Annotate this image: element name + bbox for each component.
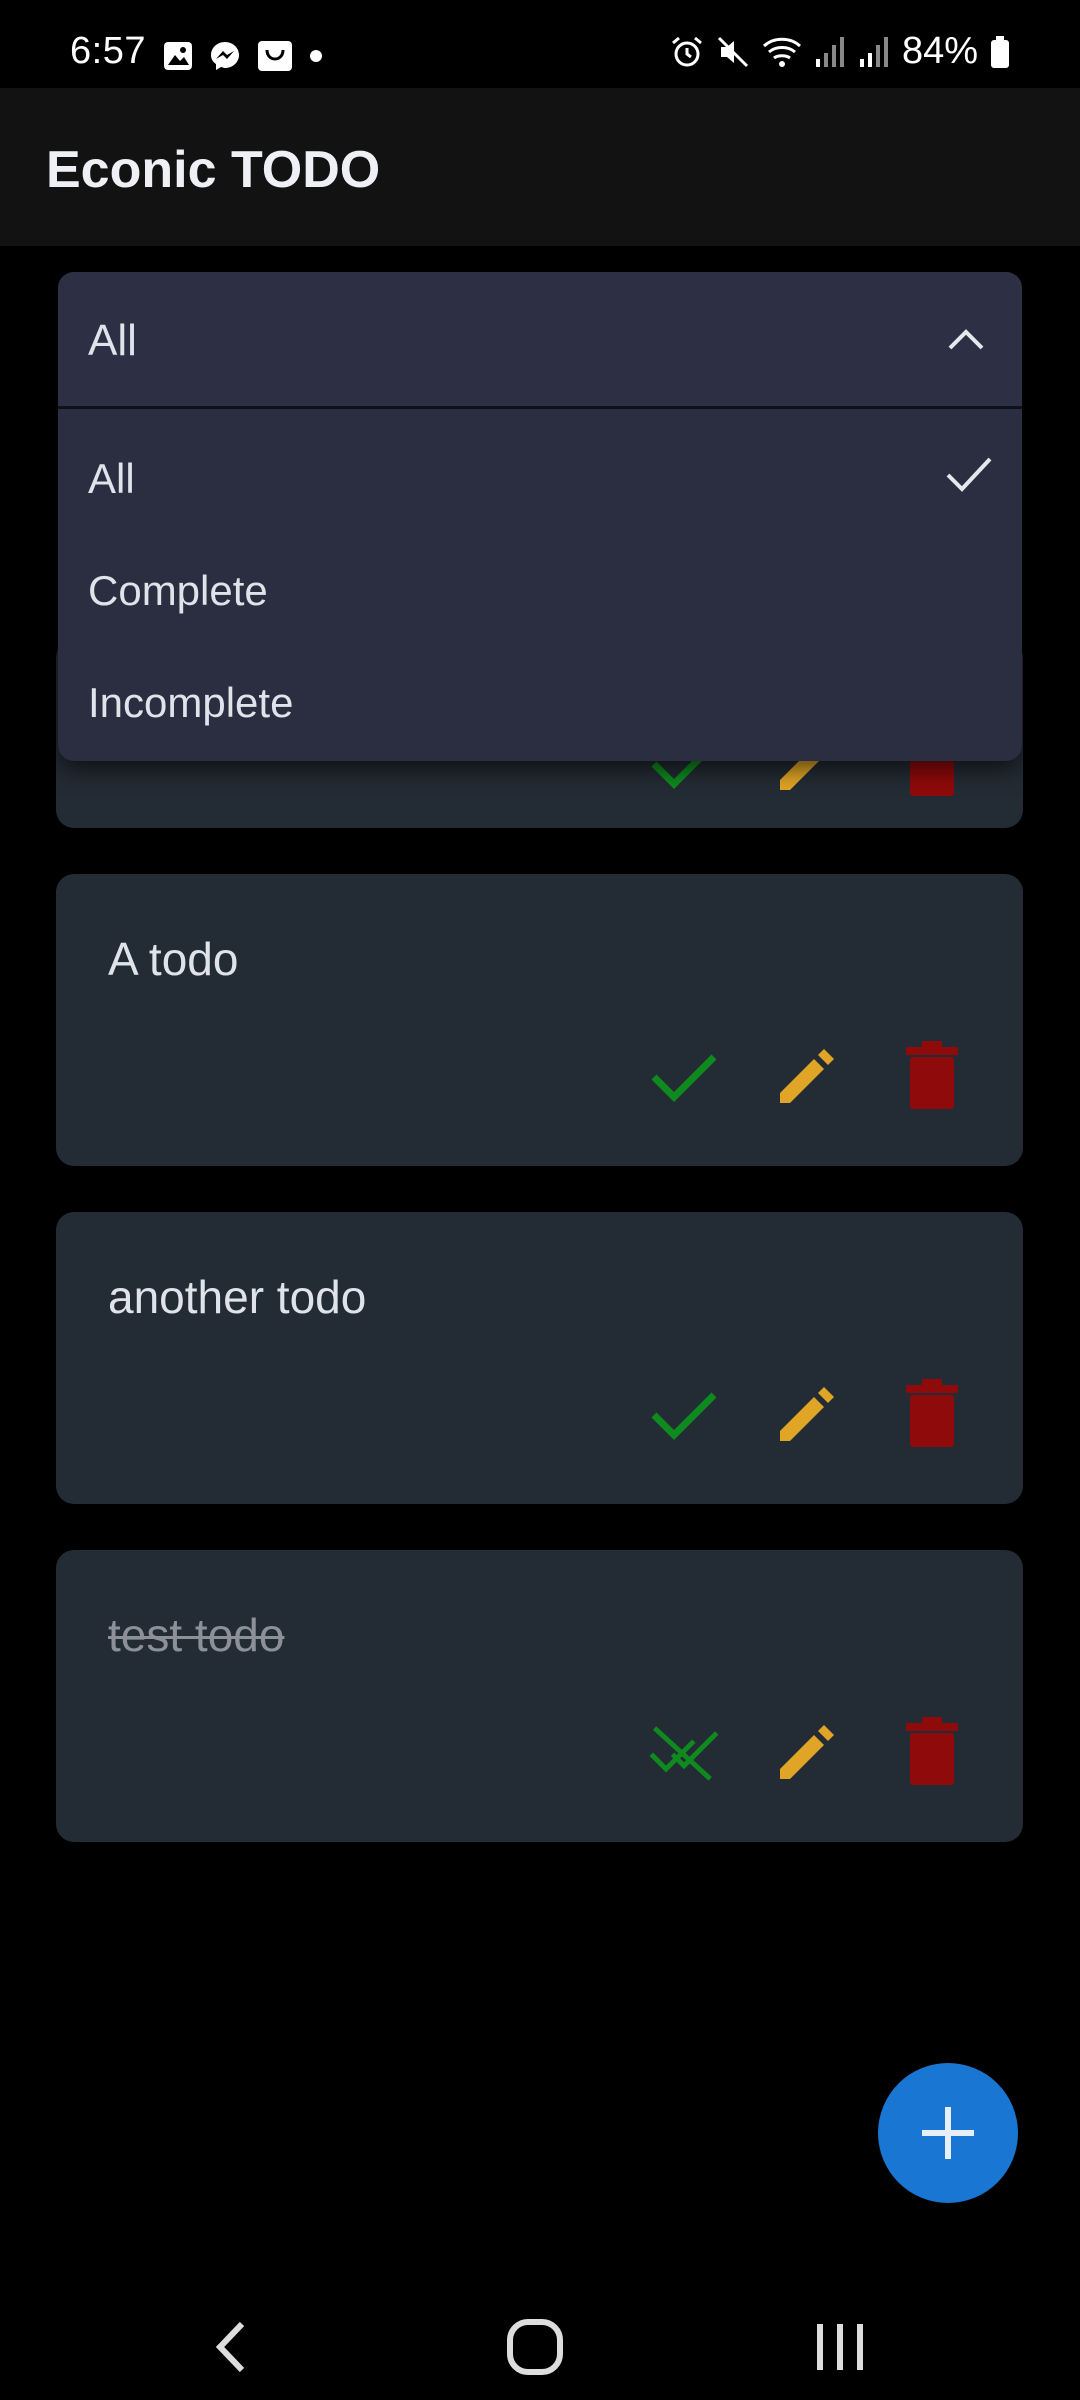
filter-option-all[interactable]: All xyxy=(58,419,1022,531)
filter-menu: All Complete Incomplete xyxy=(58,409,1022,761)
pencil-icon xyxy=(780,1387,834,1441)
wifi-icon xyxy=(762,37,801,67)
delete-button[interactable] xyxy=(896,1039,968,1111)
trash-icon xyxy=(906,1041,958,1109)
filter-option-incomplete[interactable]: Incomplete xyxy=(58,643,1022,755)
todo-title: another todo xyxy=(108,1271,367,1323)
todo-card: another todo xyxy=(56,1212,1023,1504)
status-left-icons xyxy=(163,40,323,72)
complete-button[interactable] xyxy=(648,1377,720,1449)
check-icon xyxy=(651,1392,717,1440)
back-icon[interactable] xyxy=(200,2312,270,2382)
alarm-icon xyxy=(671,36,702,66)
recents-icon[interactable] xyxy=(805,2312,875,2382)
plus-icon xyxy=(922,2107,974,2159)
todo-card: A todo xyxy=(56,874,1023,1166)
filter-dropdown[interactable]: All All Complete Incomplete xyxy=(58,272,1022,761)
navigation-bar xyxy=(0,2260,1080,2400)
filter-option-label: Incomplete xyxy=(88,679,294,726)
filter-option-label: All xyxy=(88,455,135,502)
app-title: Econic TODO xyxy=(46,141,381,199)
todo-actions xyxy=(648,1715,968,1787)
remove-done-icon xyxy=(649,1726,719,1781)
status-time: 6:57 xyxy=(70,30,146,72)
add-todo-button[interactable] xyxy=(878,2063,1018,2203)
check-icon xyxy=(946,457,992,492)
home-icon[interactable] xyxy=(500,2312,570,2382)
delete-button[interactable] xyxy=(896,1715,968,1787)
todo-actions xyxy=(648,1377,968,1449)
battery-percent: 84% xyxy=(901,30,978,72)
edit-button[interactable] xyxy=(772,1039,844,1111)
todo-title: A todo xyxy=(108,933,239,985)
signal-icon xyxy=(859,36,888,67)
filter-select[interactable]: All xyxy=(58,272,1022,409)
app-bar: Econic TODO xyxy=(0,88,1080,246)
pencil-icon xyxy=(780,1725,834,1779)
edit-button[interactable] xyxy=(772,1715,844,1787)
todo-actions xyxy=(648,1039,968,1111)
battery-icon xyxy=(991,35,1009,68)
gallery-icon xyxy=(164,42,192,70)
delete-button[interactable] xyxy=(896,1377,968,1449)
shopping-bag-icon xyxy=(258,41,292,71)
signal-icon xyxy=(815,36,844,67)
trash-icon xyxy=(906,1717,958,1785)
messenger-icon xyxy=(211,42,239,70)
filter-option-label: Complete xyxy=(88,567,268,614)
filter-selected-value: All xyxy=(88,316,137,365)
chevron-up-icon[interactable] xyxy=(944,318,988,362)
mute-icon xyxy=(717,36,748,67)
todo-card-completed: test todo xyxy=(56,1550,1023,1842)
dot-icon xyxy=(310,50,322,62)
filter-option-complete[interactable]: Complete xyxy=(58,531,1022,643)
status-right-icons: 84% xyxy=(670,30,1010,73)
pencil-icon xyxy=(780,1049,834,1103)
uncomplete-button[interactable] xyxy=(648,1715,720,1787)
status-bar: 6:57 84% xyxy=(0,0,1080,88)
check-icon xyxy=(651,1054,717,1102)
edit-button[interactable] xyxy=(772,1377,844,1449)
complete-button[interactable] xyxy=(648,1039,720,1111)
trash-icon xyxy=(906,1379,958,1447)
todo-title: test todo xyxy=(108,1609,285,1661)
